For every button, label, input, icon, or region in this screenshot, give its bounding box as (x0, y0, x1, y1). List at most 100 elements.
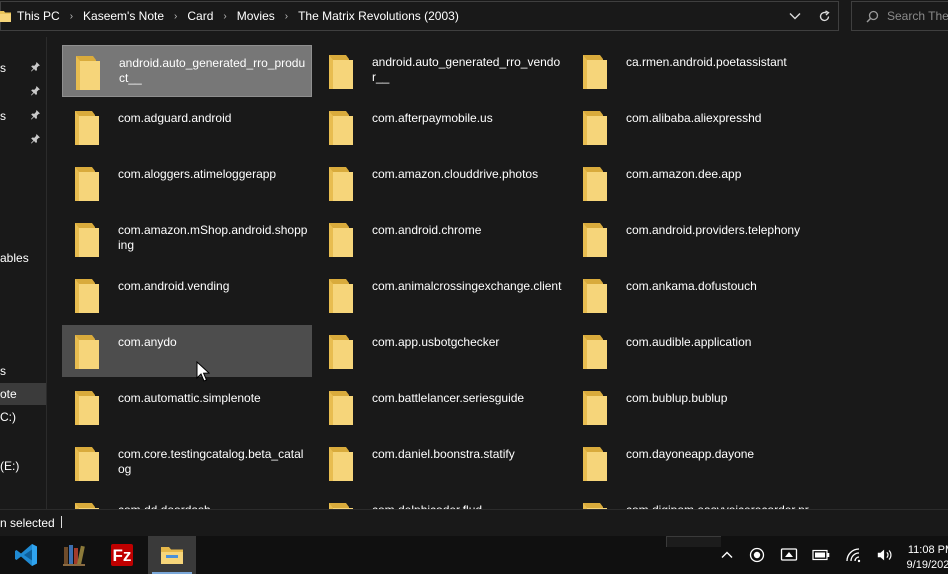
folder-icon (329, 391, 353, 425)
folder-name: com.alibaba.aliexpresshd (626, 111, 762, 125)
tray-battery[interactable] (812, 546, 830, 564)
folder-item[interactable]: com.anydo (62, 325, 312, 377)
chevron-down-icon (789, 13, 801, 20)
taskbar: Fz 11:08 PM 9/19/2020 (0, 536, 948, 574)
folder-item[interactable]: com.alibaba.aliexpresshd (570, 101, 820, 153)
folder-item[interactable]: com.dd.doordash (62, 493, 312, 509)
nav-item[interactable]: ables (0, 247, 46, 269)
folder-icon (583, 223, 607, 257)
folder-item[interactable]: ca.rmen.android.poetassistant (570, 45, 820, 97)
folder-item[interactable]: com.android.vending (62, 269, 312, 321)
pin-icon-wrapper[interactable] (30, 109, 41, 123)
tray-record[interactable] (748, 546, 766, 564)
tray-overflow-button[interactable] (718, 546, 736, 564)
breadcrumb-item[interactable]: Card (183, 9, 217, 23)
folder-item[interactable]: android.auto_generated_rro_product__ (62, 45, 312, 97)
folder-item[interactable]: com.animalcrossingexchange.client (316, 269, 566, 321)
folder-item[interactable]: com.digipom.easyvoicerecorder.pr (570, 493, 820, 509)
breadcrumb-separator-icon[interactable]: › (168, 11, 183, 22)
breadcrumb-item[interactable]: This PC (13, 9, 64, 23)
folder-name: ca.rmen.android.poetassistant (626, 55, 787, 69)
nav-item-label: C:) (0, 410, 16, 424)
history-dropdown-button[interactable] (781, 2, 809, 30)
taskbar-filezilla[interactable]: Fz (98, 536, 146, 574)
folder-name: com.app.usbotgchecker (372, 335, 500, 349)
search-icon (866, 10, 879, 23)
folder-icon (583, 55, 607, 89)
taskbar-clock[interactable]: 11:08 PM 9/19/2020 (906, 543, 948, 573)
folder-item[interactable]: com.android.providers.telephony (570, 213, 820, 265)
folder-item[interactable]: com.amazon.clouddrive.photos (316, 157, 566, 209)
taskbar-vscode[interactable] (2, 536, 50, 574)
status-separator (61, 516, 62, 528)
pin-icon (31, 86, 40, 96)
breadcrumb-item[interactable]: Kaseem's Note (79, 9, 168, 23)
tray-screen-tool[interactable] (780, 546, 798, 564)
folder-icon (75, 335, 99, 369)
breadcrumb-separator-icon[interactable]: › (217, 11, 232, 22)
taskbar-preview-edge (666, 536, 721, 547)
nav-item[interactable]: ote (0, 383, 46, 405)
folder-item[interactable]: android.auto_generated_rro_vendor__ (316, 45, 566, 97)
folder-item[interactable]: com.bublup.bublup (570, 381, 820, 433)
taskbar-library[interactable] (50, 536, 98, 574)
folder-item[interactable]: com.automattic.simplenote (62, 381, 312, 433)
folder-item[interactable]: com.android.chrome (316, 213, 566, 265)
folder-icon (329, 223, 353, 257)
folder-name: com.dayoneapp.dayone (626, 447, 755, 461)
search-box[interactable]: Search The (851, 1, 948, 31)
folder-item[interactable]: com.afterpaymobile.us (316, 101, 566, 153)
status-bar: n selected (0, 509, 948, 536)
folder-name: com.anydo (118, 335, 177, 349)
record-icon (749, 547, 765, 563)
pin-icon (31, 110, 40, 120)
folder-item[interactable]: com.ankama.dofustouch (570, 269, 820, 321)
folder-name: com.core.testingcatalog.beta_catalog (118, 447, 304, 476)
navigation-pane[interactable]: s s ables s ote C:) (E:) (0, 37, 46, 509)
folder-item[interactable]: com.amazon.mShop.android.shopping (62, 213, 312, 265)
nav-item-label: ables (0, 251, 29, 265)
folder-icon (329, 111, 353, 145)
folder-item[interactable]: com.battlelancer.seriesguide (316, 381, 566, 433)
refresh-icon (819, 9, 830, 21)
folder-name: com.bublup.bublup (626, 391, 728, 405)
folder-item[interactable]: com.daniel.boonstra.statify (316, 437, 566, 489)
nav-item-label: s (0, 364, 6, 378)
folder-item[interactable]: com.amazon.dee.app (570, 157, 820, 209)
file-list[interactable]: android.auto_generated_rro_product__ andr… (47, 37, 948, 509)
folder-item[interactable]: com.delphicoder.flud (316, 493, 566, 509)
pin-icon-wrapper[interactable] (30, 85, 41, 99)
breadcrumb-separator-icon[interactable]: › (279, 11, 294, 22)
nav-item[interactable]: s (0, 57, 46, 79)
folder-item[interactable]: com.dayoneapp.dayone (570, 437, 820, 489)
nav-item[interactable]: C:) (0, 406, 46, 428)
tray-volume[interactable] (876, 546, 894, 564)
folder-name: com.android.vending (118, 279, 230, 293)
breadcrumb[interactable]: This PC › Kaseem's Note › Card › Movies › The Ma… (13, 2, 463, 30)
folder-item[interactable]: com.adguard.android (62, 101, 312, 153)
nav-item[interactable] (0, 129, 46, 151)
search-placeholder: Search The (887, 9, 948, 23)
nav-item[interactable]: s (0, 105, 46, 127)
refresh-button[interactable] (810, 2, 838, 30)
nav-item[interactable] (0, 81, 46, 103)
folder-icon (583, 279, 607, 313)
folder-item[interactable]: com.aloggers.atimeloggerapp (62, 157, 312, 209)
folder-item[interactable]: com.audible.application (570, 325, 820, 377)
tray-network[interactable] (845, 546, 863, 564)
breadcrumb-item[interactable]: The Matrix Revolutions (2003) (294, 9, 463, 23)
nav-item[interactable]: (E:) (0, 455, 46, 477)
folder-name: android.auto_generated_rro_product__ (119, 56, 306, 85)
pin-icon-wrapper[interactable] (30, 61, 41, 75)
folder-item[interactable]: com.app.usbotgchecker (316, 325, 566, 377)
folder-name: com.animalcrossingexchange.client (372, 279, 562, 293)
nav-item[interactable]: s (0, 360, 46, 382)
breadcrumb-item[interactable]: Movies (233, 9, 279, 23)
pin-icon-wrapper[interactable] (30, 133, 41, 147)
folder-icon (75, 503, 99, 509)
address-bar[interactable]: This PC › Kaseem's Note › Card › Movies › The Ma… (0, 1, 839, 31)
breadcrumb-separator-icon[interactable]: › (64, 11, 79, 22)
taskbar-file-explorer[interactable] (148, 536, 196, 574)
folder-item[interactable]: com.core.testingcatalog.beta_catalog (62, 437, 312, 489)
folder-small-icon (0, 11, 11, 22)
